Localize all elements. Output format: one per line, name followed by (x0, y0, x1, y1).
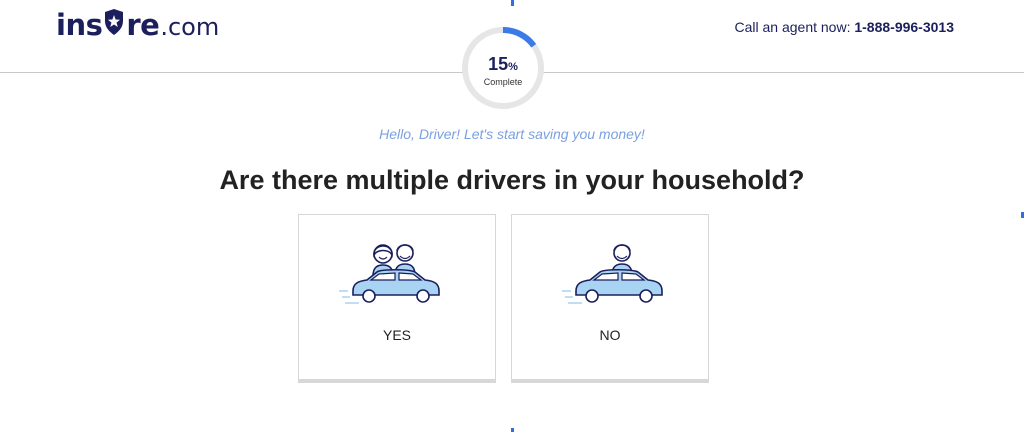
logo-brand-part1: ins (56, 8, 103, 42)
greeting-text: Hello, Driver! Let's start saving you mo… (379, 126, 645, 142)
question-heading: Are there multiple drivers in your house… (219, 165, 805, 195)
insure-logo[interactable]: ins re .com (56, 8, 219, 48)
option-no-label: NO (599, 327, 621, 343)
progress-label: Complete (483, 77, 523, 87)
agent-phone-link[interactable]: 1-888-996-3013 (854, 19, 954, 35)
shield-icon (105, 9, 124, 35)
progress-percent-number: 15 (488, 54, 509, 74)
one-driver-car-icon (562, 244, 663, 304)
agent-prefix: Call an agent now: (734, 19, 855, 35)
progress-percent-sign: % (508, 61, 518, 73)
two-drivers-car-icon (339, 244, 440, 304)
progress-percent: 15% (461, 54, 545, 75)
agent-callout: Call an agent now: 1-888-996-3013 (735, 19, 955, 35)
logo-brand-part2: re (126, 8, 160, 42)
option-yes-label: YES (382, 327, 411, 343)
logo-tld: .com (160, 13, 220, 41)
edge-marker-bottom (511, 428, 514, 432)
option-no-card[interactable]: NO (511, 214, 709, 380)
progress-ring: 15% Complete (461, 26, 545, 110)
edge-marker-top (511, 0, 514, 6)
option-yes-card[interactable]: YES (298, 214, 496, 380)
